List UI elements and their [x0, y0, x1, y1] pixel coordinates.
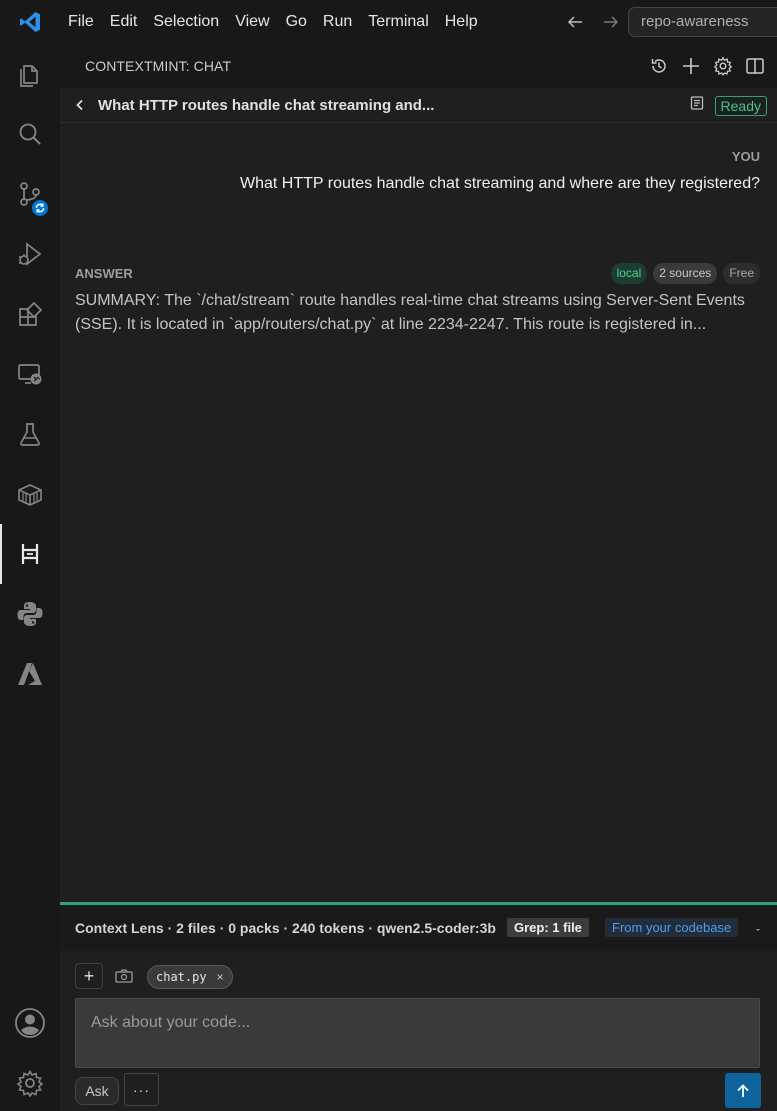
mode-button[interactable]: Ask [75, 1077, 119, 1105]
status-badge: Ready [714, 95, 767, 116]
activity-bar [0, 44, 60, 1111]
more-options-button[interactable]: ··· [124, 1073, 159, 1106]
run-debug-icon[interactable] [0, 224, 60, 284]
history-icon[interactable] [647, 54, 671, 78]
new-chat-icon[interactable] [679, 54, 703, 78]
python-icon[interactable] [0, 584, 60, 644]
containers-icon[interactable] [0, 464, 60, 524]
free-tag: Free [723, 263, 760, 284]
settings-icon[interactable] [711, 54, 735, 78]
add-context-button[interactable]: + [75, 963, 103, 989]
panel-title: CONTEXTMINT: CHAT [85, 58, 232, 74]
arrow-right-icon[interactable] [598, 9, 624, 35]
chat-header: What HTTP routes handle chat streaming a… [60, 88, 777, 123]
menu-help[interactable]: Help [437, 0, 486, 44]
menu-view[interactable]: View [227, 0, 277, 44]
chevron-down-icon[interactable] [753, 922, 763, 932]
chat-title: What HTTP routes handle chat streaming a… [98, 96, 435, 114]
testing-icon[interactable] [0, 404, 60, 464]
menu-go[interactable]: Go [278, 0, 315, 44]
camera-icon[interactable] [114, 967, 134, 985]
menu-run[interactable]: Run [315, 0, 360, 44]
menu-selection[interactable]: Selection [145, 0, 227, 44]
chat-input[interactable]: Ask about your code... [75, 998, 760, 1068]
close-icon[interactable]: × [217, 970, 224, 984]
composer: + chat.py × Ask about your code... Ask ·… [60, 951, 777, 1111]
remote-explorer-icon[interactable] [0, 344, 60, 404]
panel-header: CONTEXTMINT: CHAT [60, 44, 777, 88]
azure-icon[interactable] [0, 644, 60, 704]
answer-tags: local 2 sources Free [610, 263, 760, 284]
command-center-search[interactable]: repo-awareness [628, 7, 777, 37]
split-icon[interactable] [743, 54, 767, 78]
file-chip[interactable]: chat.py × [147, 965, 233, 989]
menu-bar: File Edit Selection View Go Run Terminal… [60, 0, 486, 44]
accounts-icon[interactable] [0, 993, 60, 1053]
sync-badge-icon [30, 198, 50, 218]
context-lens-summary: Context Lens · 2 files · 0 packs · 240 t… [75, 920, 496, 936]
chevron-left-icon[interactable] [70, 95, 90, 115]
answer-message: SUMMARY: The `/chat/stream` route handle… [75, 292, 745, 333]
local-tag: local [610, 263, 648, 284]
source-badge: From your codebase [605, 918, 739, 937]
vscode-logo-icon [0, 0, 60, 44]
menu-terminal[interactable]: Terminal [360, 0, 436, 44]
menu-edit[interactable]: Edit [102, 0, 146, 44]
source-control-icon[interactable] [0, 164, 60, 224]
grep-badge: Grep: 1 file [507, 918, 589, 937]
extensions-icon[interactable] [0, 284, 60, 344]
file-chip-label: chat.py [156, 970, 207, 984]
context-lens-bar[interactable]: Context Lens · 2 files · 0 packs · 240 t… [60, 905, 777, 951]
arrow-left-icon[interactable] [562, 9, 588, 35]
arrow-up-icon [737, 1083, 749, 1097]
manage-icon[interactable] [0, 1053, 60, 1111]
title-bar: File Edit Selection View Go Run Terminal… [0, 0, 777, 44]
answer-label: ANSWER [75, 266, 133, 281]
menu-file[interactable]: File [60, 0, 102, 44]
user-message: What HTTP routes handle chat streaming a… [240, 175, 760, 192]
contextmint-icon[interactable] [0, 524, 60, 584]
user-label: YOU [731, 149, 760, 164]
search-icon[interactable] [0, 104, 60, 164]
notes-icon[interactable] [689, 95, 705, 116]
sources-tag[interactable]: 2 sources [653, 263, 718, 284]
send-button[interactable] [725, 1073, 761, 1108]
explorer-icon[interactable] [0, 44, 60, 104]
